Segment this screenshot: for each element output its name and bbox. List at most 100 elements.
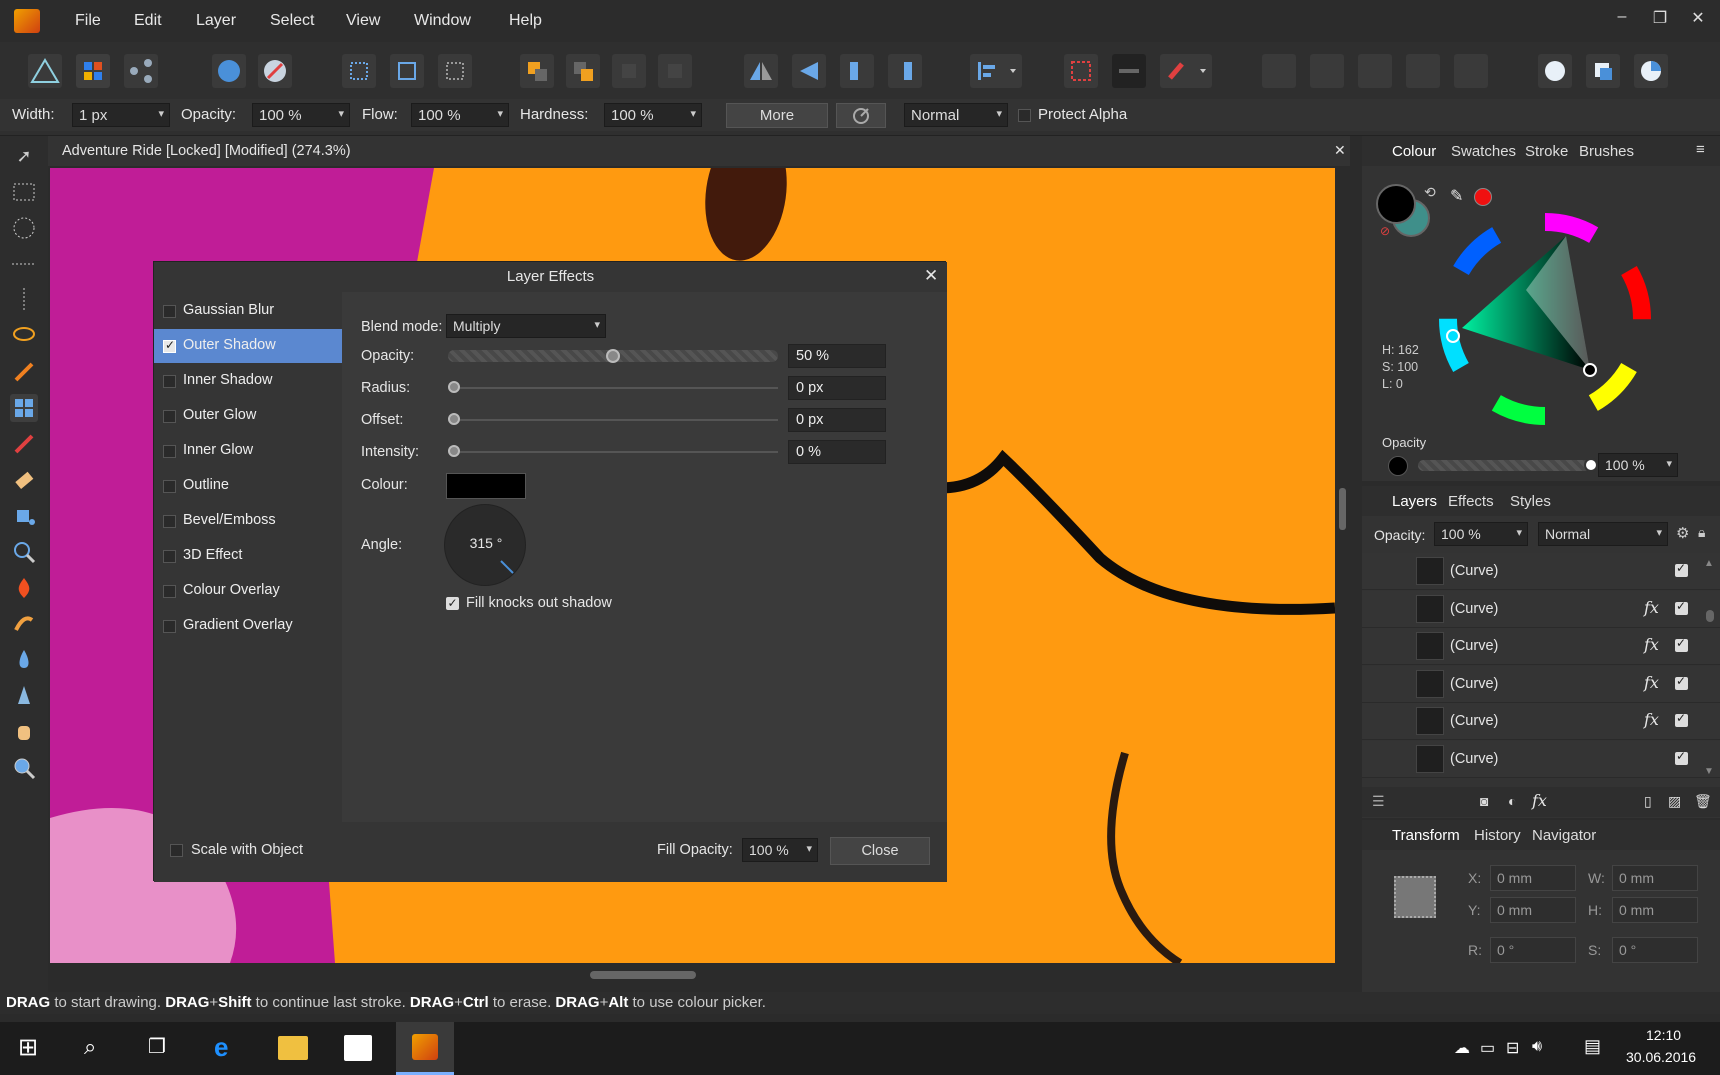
layer-scroll-up-icon[interactable]: ▲	[1704, 558, 1714, 569]
fill-knocks-checkbox[interactable]: ✓	[446, 597, 459, 610]
zoom-tool-icon[interactable]	[10, 538, 38, 566]
tab-brushes[interactable]: Brushes	[1579, 143, 1634, 160]
arrange-backward-icon[interactable]	[612, 54, 646, 88]
deselect-icon[interactable]	[390, 54, 424, 88]
width-dropdown[interactable]: 1 px	[72, 103, 170, 127]
tab-styles[interactable]: Styles	[1510, 493, 1551, 510]
menu-file[interactable]: File	[75, 12, 101, 30]
dialog-close-button[interactable]: Close	[830, 837, 930, 865]
offset-slider-knob[interactable]	[448, 413, 460, 425]
sharpen-tool-icon[interactable]	[10, 682, 38, 710]
erase-brush-icon[interactable]	[10, 466, 38, 494]
picked-colour-swatch[interactable]	[1474, 188, 1492, 206]
battery-icon[interactable]: ▭	[1480, 1038, 1495, 1058]
action-center-icon[interactable]: ▤	[1584, 1036, 1601, 1057]
swap-colours-icon[interactable]: ⟲	[1424, 184, 1436, 201]
layer-mask-icon[interactable]	[1586, 54, 1620, 88]
rotate-right-icon[interactable]	[888, 54, 922, 88]
onedrive-icon[interactable]: ☁	[1454, 1038, 1470, 1058]
colour-wheel[interactable]	[1436, 210, 1654, 428]
tab-navigator[interactable]: Navigator	[1532, 827, 1596, 844]
store-icon[interactable]	[344, 1035, 372, 1061]
rectangle-marquee-icon[interactable]	[10, 178, 38, 206]
anchor-selector[interactable]	[1394, 876, 1436, 918]
delete-layer-icon[interactable]: 🗑︎	[1694, 793, 1712, 810]
offset-slider[interactable]	[448, 419, 778, 421]
tab-history[interactable]: History	[1474, 827, 1521, 844]
effect-item[interactable]: 3D Effect	[154, 539, 342, 573]
arrange-front-icon[interactable]	[566, 54, 600, 88]
colour-opacity-knob[interactable]	[1584, 458, 1598, 472]
add-pixel-layer-icon[interactable]: ▨	[1668, 793, 1681, 810]
select-all-icon[interactable]	[342, 54, 376, 88]
stabilizer-button[interactable]	[836, 103, 886, 128]
intensity-slider-knob[interactable]	[448, 445, 460, 457]
selection-brush-icon[interactable]	[10, 358, 38, 386]
export-persona-icon[interactable]	[124, 54, 158, 88]
effect-checkbox[interactable]	[163, 410, 176, 423]
effect-checkbox[interactable]	[163, 550, 176, 563]
arrange-back-icon[interactable]	[520, 54, 554, 88]
effect-item[interactable]: Colour Overlay	[154, 574, 342, 608]
file-explorer-icon[interactable]	[278, 1036, 308, 1060]
radius-field[interactable]: 0 px	[788, 376, 886, 400]
effect-checkbox[interactable]	[163, 375, 176, 388]
invert-selection-icon[interactable]	[438, 54, 472, 88]
effect-item[interactable]: Outer Glow	[154, 399, 342, 433]
paint-brush-icon[interactable]	[10, 430, 38, 458]
effect-item[interactable]: Outline	[154, 469, 342, 503]
canvas-horizontal-scrollbar[interactable]	[50, 963, 1335, 985]
shadow-colour-swatch[interactable]	[446, 473, 526, 499]
effect-item[interactable]: Gradient Overlay	[154, 609, 342, 643]
scale-with-object-checkbox[interactable]	[170, 844, 183, 857]
tab-transform[interactable]: Transform	[1392, 827, 1460, 844]
effect-checkbox[interactable]	[163, 620, 176, 633]
ellipse-marquee-icon[interactable]	[10, 214, 38, 242]
window-close-button[interactable]: ✕	[1686, 8, 1710, 32]
boolean-intersect-icon[interactable]	[1358, 54, 1392, 88]
effect-checkbox[interactable]	[163, 480, 176, 493]
zoom-view-icon[interactable]	[10, 754, 38, 782]
boolean-add-icon[interactable]	[1262, 54, 1296, 88]
flood-fill-icon[interactable]	[10, 502, 38, 530]
blend-mode-select[interactable]: Multiply	[446, 314, 606, 338]
tab-layers[interactable]: Layers	[1392, 493, 1437, 510]
task-view-icon[interactable]: ❐	[148, 1034, 166, 1059]
rotation-field[interactable]: 0 °	[1490, 937, 1576, 963]
protect-alpha-checkbox[interactable]	[1018, 109, 1031, 122]
intensity-slider[interactable]	[448, 451, 778, 453]
align-icon[interactable]	[970, 54, 1022, 88]
colour-opacity-dropdown[interactable]: 100 %	[1598, 453, 1678, 477]
tab-swatches[interactable]: Swatches	[1451, 143, 1516, 160]
intensity-field[interactable]: 0 %	[788, 440, 886, 464]
opacity-dropdown[interactable]: 100 %	[252, 103, 350, 127]
freehand-selection-icon[interactable]	[10, 322, 38, 350]
menu-window[interactable]: Window	[414, 12, 471, 30]
edge-icon[interactable]: e	[214, 1032, 228, 1063]
tab-colour[interactable]: Colour	[1392, 143, 1436, 160]
y-field[interactable]: 0 mm	[1490, 897, 1576, 923]
add-mask-icon[interactable]: ◙	[1480, 793, 1488, 809]
arrange-forward-icon[interactable]	[658, 54, 692, 88]
more-button[interactable]: More	[726, 103, 828, 128]
affinity-photo-taskbar-icon[interactable]	[396, 1022, 454, 1075]
angle-dial[interactable]: 315 °	[444, 504, 526, 586]
restore-button[interactable]: ❐	[1648, 8, 1672, 32]
shear-field[interactable]: 0 °	[1612, 937, 1698, 963]
assistant-icon[interactable]	[258, 54, 292, 88]
row-marquee-icon[interactable]	[10, 250, 38, 278]
flood-select-icon[interactable]	[10, 394, 38, 422]
radius-slider[interactable]	[448, 387, 778, 389]
opacity-slider-knob[interactable]	[606, 349, 620, 363]
search-icon[interactable]: ⌕	[84, 1034, 96, 1060]
panel-menu-icon[interactable]: ≡	[1696, 141, 1705, 158]
snapping-magnet-icon[interactable]	[1160, 54, 1212, 88]
start-icon[interactable]: ⊞	[18, 1033, 38, 1062]
view-tool-icon[interactable]	[10, 718, 38, 746]
blur-tool-icon[interactable]	[10, 646, 38, 674]
canvas-vertical-scrollbar[interactable]	[1335, 168, 1350, 963]
pixel-persona-icon[interactable]	[76, 54, 110, 88]
fill-opacity-dropdown[interactable]: 100 %	[742, 838, 818, 862]
designer-persona-icon[interactable]	[28, 54, 62, 88]
snapping-toggle-icon[interactable]	[1112, 54, 1146, 88]
